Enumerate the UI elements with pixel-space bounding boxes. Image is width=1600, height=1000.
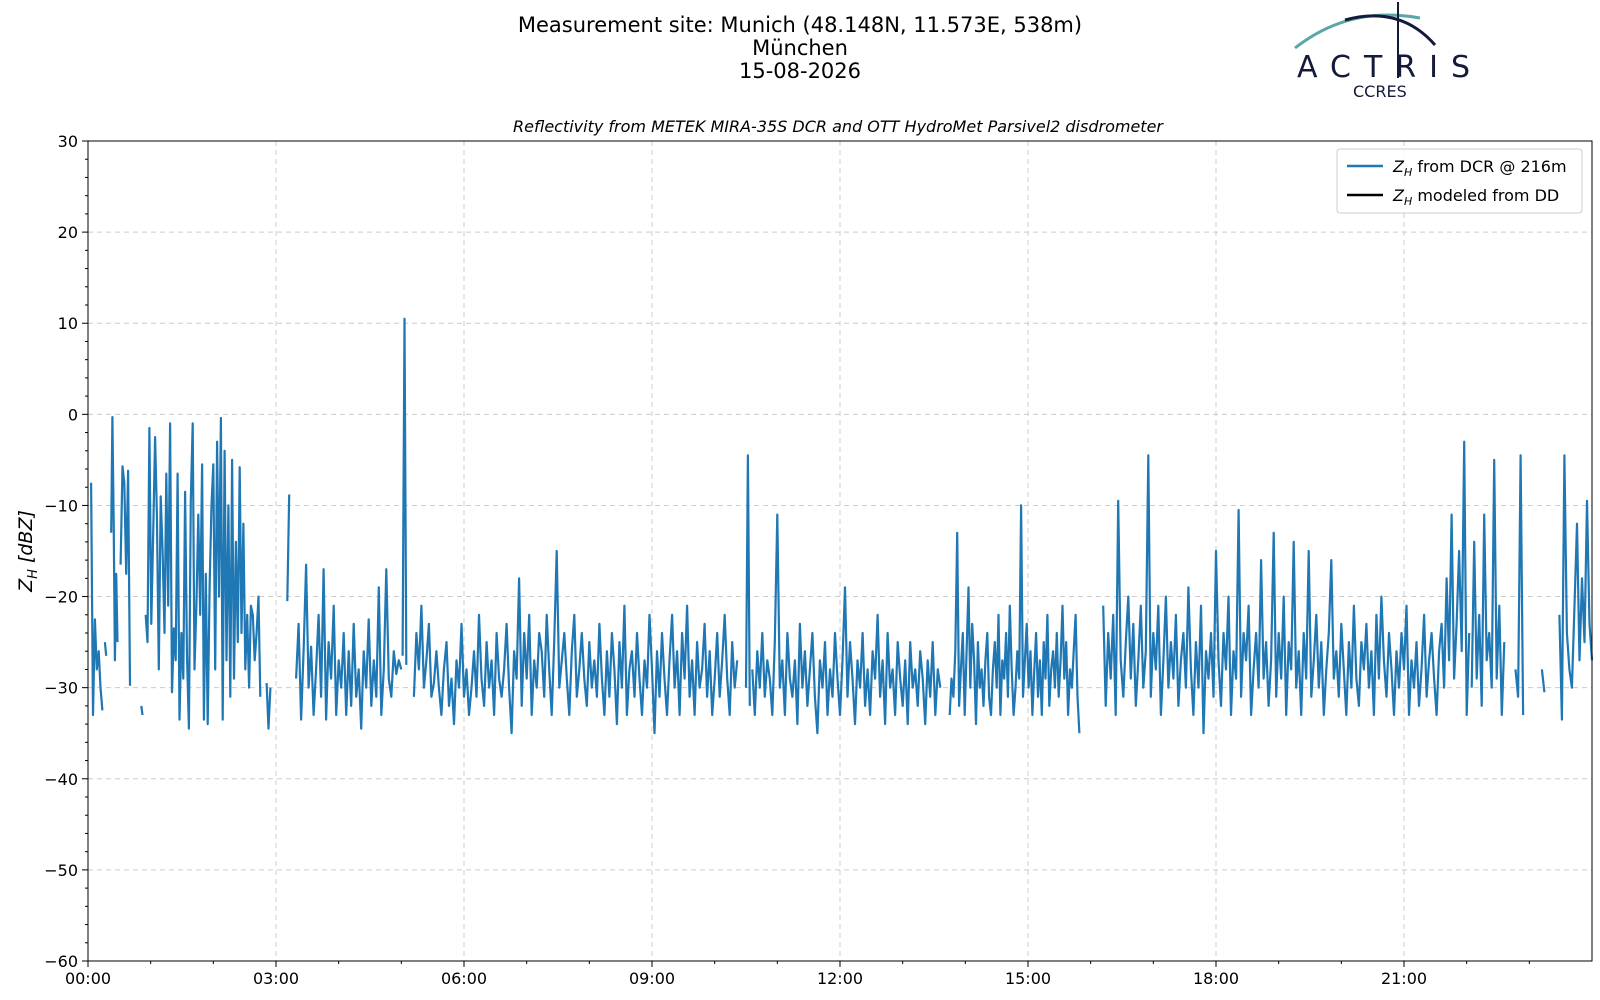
y-tick-label: −30	[44, 679, 78, 698]
series-0-segment	[110, 416, 119, 662]
x-tick-label: 00:00	[65, 969, 111, 988]
series-0-segment	[119, 465, 132, 686]
y-tick-label: 20	[58, 223, 78, 242]
x-tick-label: 06:00	[441, 969, 487, 988]
x-tick-label: 21:00	[1381, 969, 1427, 988]
y-tick-label: −10	[44, 496, 78, 515]
axis-ticks: 00:00 03:00 06:00 09:00 12:00 15:00 18:00 21:00…	[44, 132, 1530, 988]
series-0-segment	[412, 549, 739, 735]
x-tick-label: 09:00	[629, 969, 675, 988]
x-tick-label: 03:00	[253, 969, 299, 988]
series-0-segment	[401, 317, 408, 665]
series-0-segment	[140, 705, 144, 716]
series-0-segment	[1514, 454, 1525, 716]
y-tick-label: 10	[58, 314, 78, 333]
series-0-segment	[265, 683, 272, 730]
series-0-segment	[948, 504, 1081, 734]
x-tick-label: 15:00	[1005, 969, 1051, 988]
y-tick-label: −50	[44, 861, 78, 880]
series-0-segment	[1470, 458, 1506, 717]
chart-subtitle: Reflectivity from METEK MIRA-35S DCR and…	[513, 117, 1164, 136]
data-layer	[90, 317, 1594, 735]
y-tick-label: −40	[44, 770, 78, 789]
series-0-segment	[103, 641, 108, 656]
x-tick-label: 12:00	[817, 969, 863, 988]
reflectivity-chart: Reflectivity from METEK MIRA-35S DCR and…	[15, 117, 1594, 988]
series-0-segment	[1102, 440, 1471, 735]
series-0-segment	[1558, 454, 1594, 721]
y-tick-label: 30	[58, 132, 78, 151]
series-0-segment	[1540, 669, 1546, 693]
series-0-segment	[744, 454, 751, 706]
y-tick-label: −20	[44, 588, 78, 607]
series-0-segment	[295, 563, 403, 730]
y-tick-label: 0	[68, 405, 78, 424]
legend-label: ZH from DCR @ 216m	[1392, 157, 1567, 179]
series-0-segment	[286, 494, 291, 602]
series-0-segment	[90, 482, 104, 717]
series-0-segment	[144, 416, 262, 730]
series-0-segment	[751, 513, 942, 735]
legend-label: ZH modeled from DD	[1392, 186, 1559, 208]
y-tick-label: −60	[44, 952, 78, 971]
grid	[88, 141, 1592, 961]
legend: ZH from DCR @ 216m ZH modeled from DD	[1336, 148, 1583, 214]
x-tick-label: 18:00	[1193, 969, 1239, 988]
y-axis-label: ZH [dBZ]	[15, 510, 41, 593]
